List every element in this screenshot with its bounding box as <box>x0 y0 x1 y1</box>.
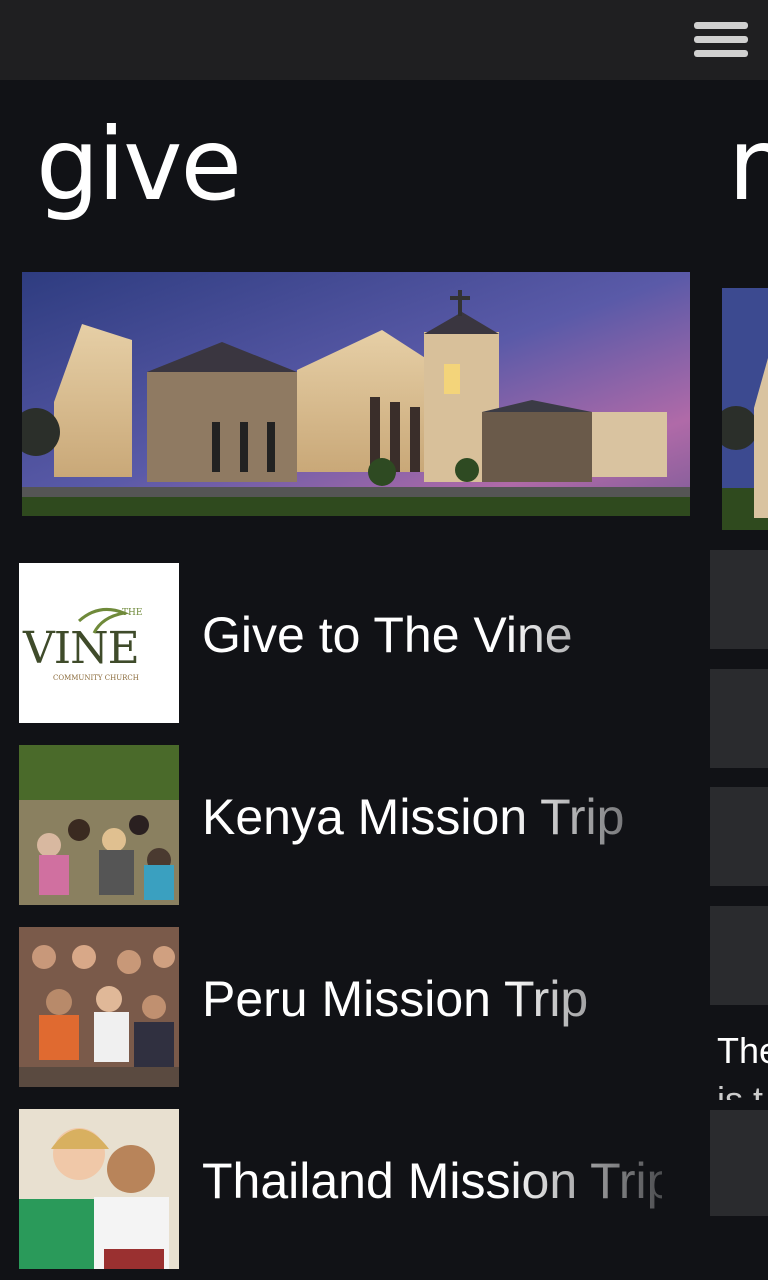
list-item-peru-mission-trip[interactable]: Peru Mission Trip <box>19 927 699 1087</box>
thailand-photo-thumbnail <box>19 1109 179 1269</box>
hero-image <box>22 272 690 516</box>
svg-text:VINE: VINE <box>22 623 139 674</box>
next-section-hero-peek[interactable] <box>722 288 768 530</box>
next-section-tile[interactable] <box>710 906 768 1005</box>
vine-logo-thumbnail: THE VINE COMMUNITY CHURCH <box>19 563 179 723</box>
list-item-label: Thailand Mission Trip <box>202 1153 662 1209</box>
list-item-label: Peru Mission Trip <box>202 971 589 1027</box>
list-item-thailand-mission-trip[interactable]: Thailand Mission Trip <box>19 1109 699 1269</box>
list-item-kenya-mission-trip[interactable]: Kenya Mission Trip <box>19 745 699 905</box>
kenya-photo-thumbnail <box>19 745 179 905</box>
svg-text:COMMUNITY CHURCH: COMMUNITY CHURCH <box>53 674 139 682</box>
next-section-tile[interactable] <box>710 669 768 768</box>
next-section-tile[interactable] <box>710 1110 768 1216</box>
app-bar <box>0 0 768 80</box>
list-item-label: Give to The Vine <box>202 607 573 663</box>
list-item-label: Kenya Mission Trip <box>202 789 625 845</box>
page-title: give <box>36 106 242 223</box>
hamburger-menu-icon[interactable] <box>694 22 748 60</box>
next-section-text-line2: is t <box>717 1082 768 1100</box>
next-section-text: The <box>717 1030 768 1071</box>
next-section-title[interactable]: n <box>728 100 768 230</box>
peru-photo-thumbnail <box>19 927 179 1087</box>
next-section-tile[interactable] <box>710 550 768 649</box>
list-item-give-to-the-vine[interactable]: THE VINE COMMUNITY CHURCH Give to The Vi… <box>19 563 699 723</box>
next-section-tile[interactable] <box>710 787 768 886</box>
